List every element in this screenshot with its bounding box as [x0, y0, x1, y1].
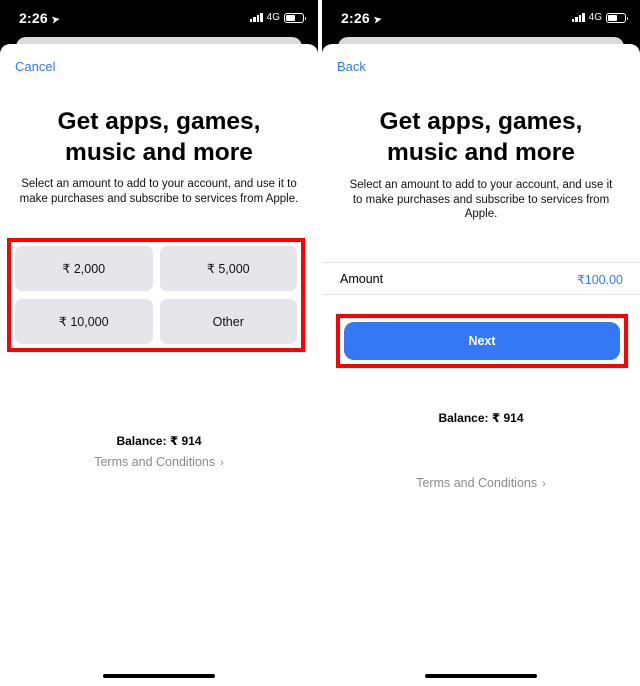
amount-2000-button[interactable]: ₹ 2,000 — [15, 246, 153, 291]
network-type: 4G — [266, 12, 280, 23]
terms-link[interactable]: Terms and Conditions › — [0, 455, 318, 469]
cellular-signal-icon — [249, 13, 263, 22]
page-title: Get apps, games, music and more — [0, 106, 318, 168]
terms-link[interactable]: Terms and Conditions › — [322, 476, 640, 490]
status-indicators: 4G — [571, 12, 628, 23]
amount-label: Amount — [340, 272, 384, 286]
title-line-2: music and more — [387, 139, 575, 166]
highlight-box-next: Next — [336, 314, 628, 368]
location-arrow-icon: ➤ — [49, 13, 62, 27]
amount-other-button[interactable]: Other — [159, 299, 297, 344]
status-bar: 2:26 ➤ 4G — [0, 0, 318, 38]
time-text: 2:26 — [341, 10, 370, 26]
terms-label: Terms and Conditions — [416, 476, 538, 490]
balance-text: Balance: ₹ 914 — [116, 434, 202, 448]
highlight-box-amounts: ₹ 2,000 ₹ 5,000 ₹ 10,000 Other — [7, 238, 305, 352]
terms-label: Terms and Conditions — [94, 455, 216, 469]
cancel-button[interactable]: Cancel — [15, 59, 55, 74]
next-button[interactable]: Next — [344, 322, 620, 360]
home-indicator[interactable] — [103, 674, 215, 678]
location-arrow-icon: ➤ — [371, 13, 384, 27]
screen-custom-amount: 2:26 ➤ 4G Back Get apps, games, music and… — [322, 0, 640, 686]
chevron-right-icon: › — [542, 478, 546, 490]
status-bar: 2:26 ➤ 4G — [322, 0, 640, 38]
amount-input[interactable]: ₹100.00 — [577, 272, 623, 287]
network-type: 4G — [588, 12, 602, 23]
page-subtitle: Select an amount to add to your account,… — [349, 179, 613, 220]
home-indicator[interactable] — [425, 674, 537, 678]
title-line-2: music and more — [65, 139, 253, 166]
chevron-right-icon: › — [220, 457, 224, 469]
status-indicators: 4G — [249, 12, 306, 23]
amount-5000-button[interactable]: ₹ 5,000 — [159, 246, 297, 291]
title-line-1: Get apps, games, — [57, 108, 261, 135]
back-button[interactable]: Back — [337, 59, 366, 74]
title-line-1: Get apps, games, — [379, 108, 583, 135]
amount-row[interactable]: Amount ₹100.00 — [322, 262, 640, 295]
amount-options: ₹ 2,000 ₹ 5,000 ₹ 10,000 Other — [15, 246, 297, 344]
status-time: 2:26 ➤ — [19, 10, 62, 27]
battery-icon — [284, 12, 306, 23]
screen-amount-selection: 2:26 ➤ 4G Cancel Get apps, games, music a… — [0, 0, 318, 686]
balance-text: Balance: ₹ 914 — [438, 411, 524, 425]
time-text: 2:26 — [19, 10, 48, 26]
battery-icon — [606, 12, 628, 23]
cellular-signal-icon — [571, 13, 585, 22]
status-time: 2:26 ➤ — [341, 10, 384, 27]
page-title: Get apps, games, music and more — [322, 106, 640, 168]
amount-10000-button[interactable]: ₹ 10,000 — [15, 299, 153, 344]
add-funds-sheet: Cancel Get apps, games, music and more S… — [0, 44, 318, 686]
page-subtitle: Select an amount to add to your account,… — [19, 178, 299, 205]
